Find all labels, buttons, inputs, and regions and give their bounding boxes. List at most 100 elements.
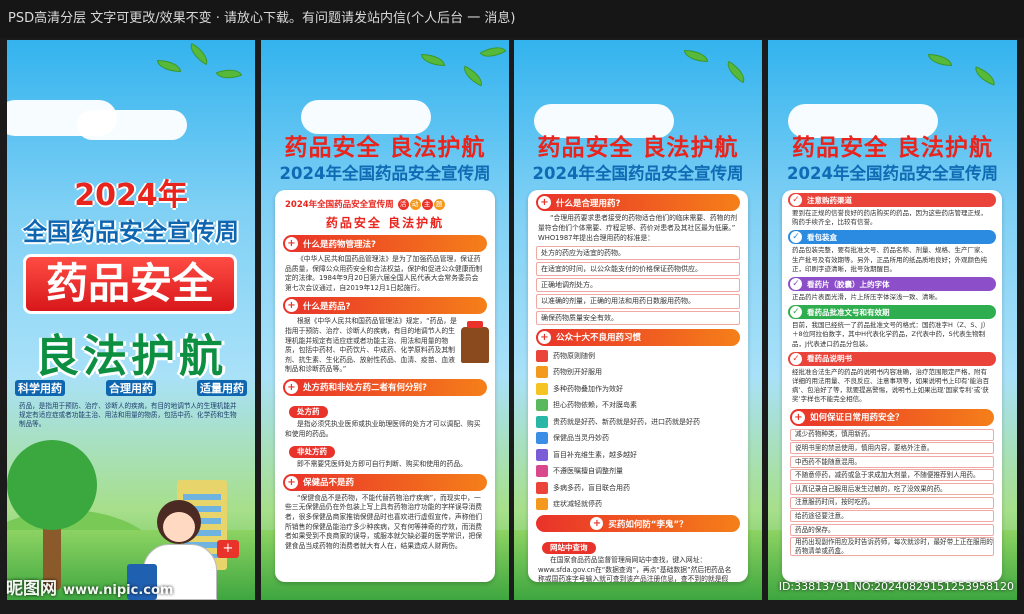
section-header: + 处方药和非处方药二者有何分别? — [283, 378, 487, 396]
color-square-icon — [536, 366, 548, 379]
medicine-bottle-icon — [461, 321, 489, 364]
watermark-url: www.nipic.com — [63, 583, 174, 598]
check-tips-list: ✓ 注意购药渠道要到在正规的信誉良好的药店购买的药品，因为这些药店管理正规，购药手… — [782, 193, 1002, 405]
section-header: + 买药如何防“李鬼”？ — [536, 515, 740, 533]
color-square-icon — [536, 382, 548, 395]
section-title: 公众十大不良用药习惯 — [556, 333, 642, 344]
check-tip-text: 正品药片表面光滑，片上所压字体深浅一致、清晰。 — [792, 293, 942, 302]
checkmark-icon: ✓ — [790, 278, 802, 291]
color-square-icon — [536, 415, 548, 428]
plus-icon: + — [285, 299, 298, 313]
section-header: + 如何保证日常用药安全？ — [790, 408, 994, 426]
checkmark-icon: ✓ — [790, 352, 802, 365]
safety-tip-list: 减少药物种类，慎用新药。 说明书里的禁忌使用，慎用内容，要格外注意。 中西药不能随意… — [782, 428, 1002, 557]
section-title: 保健品不是药 — [303, 478, 355, 489]
section-title: 买药如何防“李鬼”？ — [608, 519, 688, 530]
check-tip-text: 要到在正规的信誉良好的药店购买的药品，因为这些药店管理正规，购药手续齐全，比较有… — [792, 209, 987, 227]
poster-panel-4: 药品安全 良法护航 2024年全国药品安全宣传周 ✓ 注意购药渠道要到在正规的信誉… — [768, 40, 1017, 600]
leaf-decoration — [157, 60, 181, 72]
poster-title: 药品安全 良法护航 — [791, 135, 993, 161]
poster-subtitle: 2024年全国药品安全宣传周 — [532, 164, 744, 183]
bad-habit-text: 症状减轻就停药 — [553, 500, 602, 509]
safety-tip-item: 认真记录自己服用后发生过敏的，吃了没效果的药。 — [790, 483, 994, 496]
bad-habit-item: 不遵医嘱擅自调整剂量 — [536, 464, 740, 478]
poster-subtitle: 2024年全国药品安全宣传周 — [279, 164, 491, 183]
sub-heading: 非处方药 — [289, 446, 335, 459]
check-tip-header: ✓ 看药品说明书 — [788, 351, 996, 366]
safety-tip-item: 注意服药时间，按时吃药。 — [790, 496, 994, 509]
checkmark-icon: ✓ — [790, 231, 802, 244]
theme-badge: 活 动 主 题 — [397, 198, 445, 210]
check-tip-text: 目前，我国已经统一了药品批准文号的格式：国药准字H（Z、S、J）＋8位阿拉伯数字… — [792, 321, 990, 348]
bad-habit-text: 多病多药，盲目联合用药 — [553, 483, 630, 492]
bad-habit-text: 贵药就是好药、新药就是好药，进口药就是好药 — [553, 417, 700, 426]
check-tip-header: ✓ 注意购药渠道 — [788, 193, 996, 207]
poster-title: 药品安全 良法护航 — [537, 135, 739, 161]
slogan: 科学用药 — [15, 380, 65, 396]
criteria-item: 确保药物质量安全有效。 — [536, 310, 740, 325]
download-notice-bar: PSD高清分层 文字可更改/效果不变 · 请放心下载。有问题请发站内信(个人后台… — [0, 0, 1024, 38]
sub-heading: 网站中查询 — [542, 542, 596, 555]
content-card: + 什么是合理用药? “合理用药要求患者接受的药物适合他们的临床需要、药物的剂量符… — [528, 190, 748, 582]
safety-tip-item: 中西药不能随意混用。 — [790, 455, 994, 468]
paragraph: “合理用药要求患者接受的药物适合他们的临床需要、药物的剂量符合他们个体需要、疗程… — [538, 214, 738, 232]
poster-title: 药品安全 良法护航 — [284, 135, 486, 161]
section-title: 处方药和非处方药二者有何分别? — [303, 383, 427, 394]
check-tip-text: 经批准合法生产的药品的说明书内容准确，治疗范围限定严格，附有详细的用法用量、不良… — [792, 367, 990, 404]
bad-habit-text: 保健品当灵丹妙药 — [553, 434, 609, 443]
slogan-row: 科学用药 合理用药 适量用药 — [15, 380, 247, 396]
badge-char: 题 — [433, 198, 445, 210]
tree-icon — [7, 440, 97, 590]
bad-habit-text: 不遵医嘱擅自调整剂量 — [553, 467, 623, 476]
safety-tip-item: 用药出现副作用应及时告诉药师，每次就诊时，最好带上正在服用的药物清单或药盒。 — [790, 537, 994, 557]
leaf-decoration — [215, 64, 243, 84]
plus-icon: + — [285, 475, 298, 489]
medicine-row: 根据《中华人民共和国药品管理法》规定，“药品，是指用于预防、治疗、诊断人的疾病，… — [275, 317, 495, 375]
section-header: + 保健品不是药 — [283, 473, 487, 491]
watermark-brand: 昵图网 — [6, 579, 57, 599]
bad-habit-item: 保健品当灵丹妙药 — [536, 431, 740, 445]
color-square-icon — [536, 498, 548, 511]
big-banner-1: 药品安全 — [23, 254, 237, 314]
check-tip-text: 药品包装完整，要有批准文号、药品名称、剂量、规格、生产厂家、生产批号及有效期等。… — [792, 246, 987, 273]
color-square-icon — [536, 481, 548, 494]
slogan: 适量用药 — [197, 380, 247, 396]
paragraph: WHO1987年提出合理用药的标准是： — [538, 234, 655, 243]
section-header: + 什么是合理用药? — [536, 194, 740, 211]
section-header: + 公众十大不良用药习惯 — [536, 328, 740, 346]
poster-subtitle: 2024年全国药品安全宣传周 — [787, 164, 998, 183]
bad-habit-item: 盲目补充维生素，越多越好 — [536, 448, 740, 462]
leaf-decoration — [459, 65, 487, 87]
criteria-item: 以准确的剂量，正确的用法和用药日数服用药物。 — [536, 294, 740, 309]
section-title: 如何保证日常用药安全？ — [810, 413, 904, 424]
safety-tip-item: 药品的保存。 — [790, 523, 994, 536]
badge-char: 主 — [421, 198, 433, 210]
content-card: 2024年全国药品安全宣传周 活 动 主 题 药品安全 良法护航 + 什么是药物管… — [275, 190, 495, 582]
leaf-decoration — [684, 50, 708, 62]
color-square-icon — [536, 448, 548, 461]
card-title: 2024年全国药品安全宣传周 — [285, 200, 394, 210]
paragraph: “保健食品不是药物，不能代替药物治疗疾病”，而现实中，一些三无保健品仍在外包装上… — [285, 493, 483, 550]
plus-icon: + — [285, 237, 298, 250]
check-tip-header: ✓ 看药片（胶囊）上的字体 — [788, 277, 996, 292]
criteria-item: 处方的药应为适宜的药物。 — [536, 245, 740, 260]
criteria-item: 正确地调剂处方。 — [536, 278, 740, 293]
bad-habit-text: 担心药物依赖，不对膜岛素 — [553, 401, 637, 410]
bad-habit-text: 药物别开好服用 — [553, 368, 602, 377]
leaf-decoration — [722, 60, 750, 84]
sub-heading: 处方药 — [289, 405, 328, 418]
leaf-decoration — [421, 54, 445, 66]
theme-text: 药品安全 良法护航 — [325, 216, 445, 230]
content-card: ✓ 注意购药渠道要到在正规的信誉良好的药店购买的药品，因为这些药店管理正规，购药手… — [782, 190, 1002, 582]
bad-habit-item: 多病多药，盲目联合用药 — [536, 481, 740, 495]
check-tip-label: 看包装盒 — [807, 232, 837, 242]
color-square-icon — [536, 399, 548, 412]
bad-habit-text: 药物原则随例 — [553, 351, 595, 360]
leaf-decoration — [971, 66, 999, 86]
bad-habit-item: 症状减轻就停药 — [536, 497, 740, 511]
big-banner-2: 良法护航 — [35, 331, 227, 382]
safety-tip-item: 说明书里的禁忌使用，慎用内容，要格外注意。 — [790, 442, 994, 455]
check-tip-header: ✓ 看药品批准文号和有效期 — [788, 305, 996, 320]
color-square-icon — [536, 465, 548, 478]
bad-habit-item: 药物原则随例 — [536, 349, 740, 363]
